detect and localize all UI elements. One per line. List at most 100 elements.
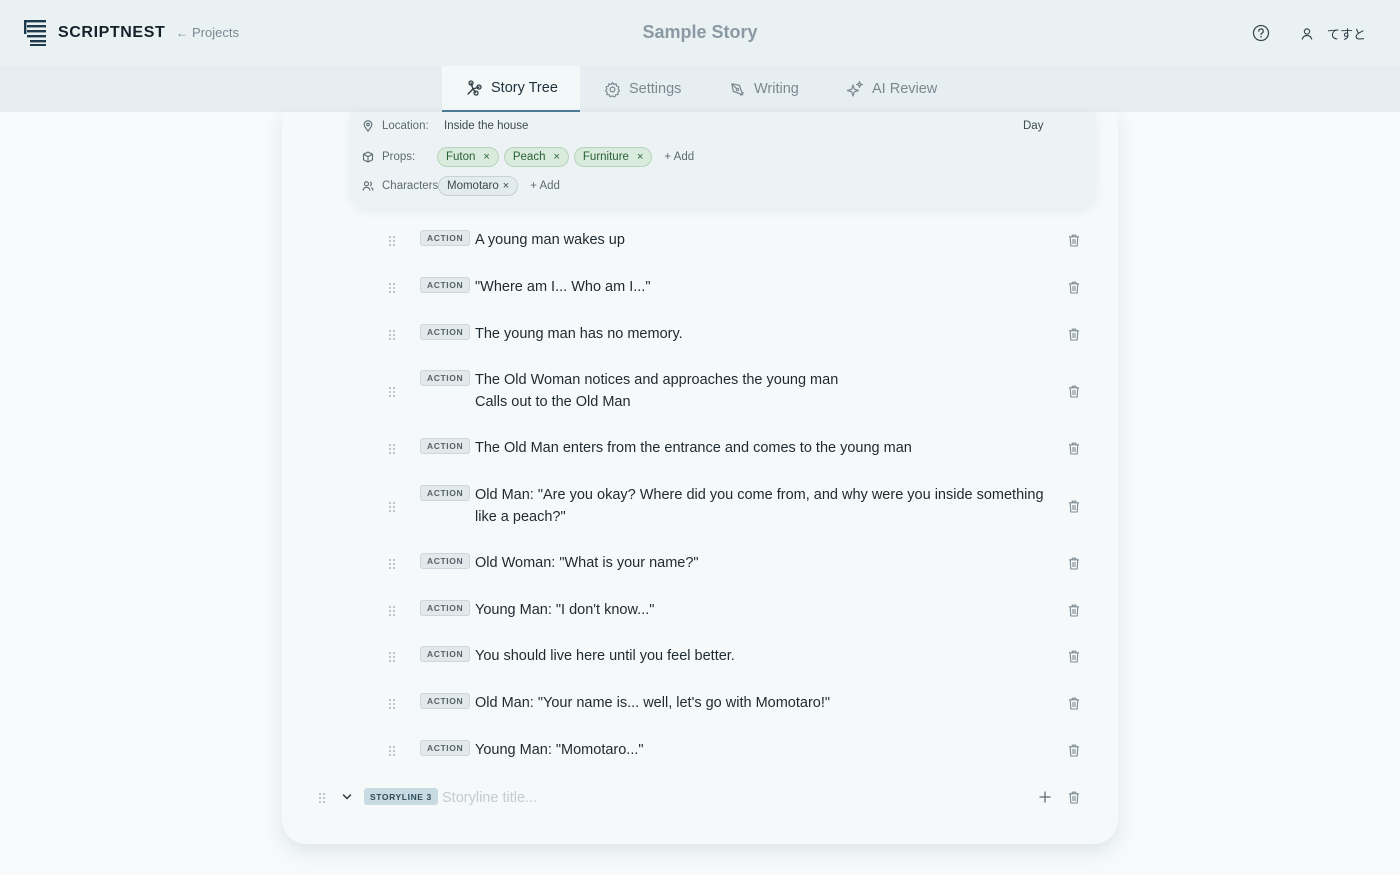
props-row: Props: Futon × Peach × Furniture × + Add [362, 147, 694, 167]
add-prop-button[interactable]: + Add [664, 151, 694, 163]
drag-handle-icon[interactable] [388, 605, 396, 617]
beat-text[interactable]: "Where am I... Who am I..." [475, 277, 1060, 299]
tab-story-tree[interactable]: Story Tree [442, 66, 580, 112]
beat-type-badge[interactable]: ACTION [420, 553, 471, 569]
tab-writing[interactable]: Writing [729, 66, 799, 112]
beat-row[interactable]: ACTION Old Man: "Your name is... well, le… [382, 693, 1082, 714]
trash-icon[interactable] [1068, 281, 1080, 294]
remove-icon[interactable]: × [553, 151, 559, 163]
trash-icon[interactable] [1068, 604, 1080, 617]
remove-icon[interactable]: × [483, 151, 489, 163]
drag-handle-icon[interactable] [388, 698, 396, 710]
tab-label: Writing [754, 81, 799, 97]
location-row: Location: Inside the house [362, 120, 528, 132]
beat-type-badge[interactable]: ACTION [420, 324, 471, 340]
help-icon[interactable] [1252, 24, 1270, 42]
drag-handle-icon[interactable] [388, 329, 396, 341]
beat-type-badge[interactable]: ACTION [420, 370, 471, 386]
beat-type-badge[interactable]: ACTION [420, 277, 471, 293]
drag-handle-icon[interactable] [388, 651, 396, 663]
tree-icon [467, 80, 482, 96]
beat-text[interactable]: Old Man: "Your name is... well, let's go… [475, 693, 1060, 715]
beat-row[interactable]: ACTION The Old Woman notices and approach… [382, 370, 1082, 413]
beat-text[interactable]: The Old Woman notices and approaches the… [475, 370, 1060, 413]
chip-label: Momotaro [447, 180, 499, 192]
scene-metadata: Location: Inside the house Day Props: Fu… [350, 112, 1096, 208]
chip-label: Futon [446, 151, 476, 163]
beat-text[interactable]: A young man wakes up [475, 230, 1060, 252]
beat-type-badge[interactable]: ACTION [420, 740, 471, 756]
chip-label: Furniture [582, 151, 629, 163]
user-icon [1301, 27, 1313, 40]
character-chip[interactable]: Momotaro × [438, 176, 519, 196]
beat-text[interactable]: Old Woman: "What is your name?" [475, 553, 1060, 575]
tab-settings[interactable]: Settings [604, 66, 681, 112]
beat-text[interactable]: Young Man: "I don't know..." [475, 600, 1060, 622]
beat-row[interactable]: ACTION A young man wakes up [382, 230, 1082, 251]
tab-ai-review[interactable]: AI Review [846, 66, 937, 112]
users-icon [362, 181, 374, 191]
drag-handle-icon[interactable] [388, 558, 396, 570]
tab-label: Settings [629, 81, 682, 97]
prop-chip[interactable]: Furniture × [573, 147, 653, 167]
map-pin-icon [363, 120, 373, 132]
drag-handle-icon[interactable] [388, 745, 396, 757]
beat-text[interactable]: The young man has no memory. [475, 324, 1060, 346]
drag-handle-icon[interactable] [388, 235, 396, 247]
user-menu[interactable]: てすと [1300, 24, 1366, 43]
user-name: てすと [1327, 27, 1367, 42]
tab-bar: Story Tree Settings Writing AI Review [0, 66, 1400, 112]
beat-row[interactable]: ACTION Old Woman: "What is your name?" [382, 553, 1082, 574]
trash-icon[interactable] [1068, 385, 1080, 398]
remove-icon[interactable]: × [503, 180, 509, 192]
prop-chip[interactable]: Futon × [437, 147, 499, 167]
props-label: Props: [382, 151, 416, 163]
drag-handle-icon[interactable] [388, 443, 396, 455]
beat-type-badge[interactable]: ACTION [420, 230, 471, 246]
chip-label: Peach [512, 151, 546, 163]
trash-icon[interactable] [1068, 234, 1080, 247]
tab-label: AI Review [872, 81, 938, 97]
beat-text[interactable]: Old Man: "Are you okay? Where did you co… [475, 485, 1060, 528]
drag-handle-icon[interactable] [318, 792, 326, 804]
storyline-badge: STORYLINE 3 [364, 788, 438, 805]
beat-row[interactable]: ACTION The young man has no memory. [382, 324, 1082, 345]
trash-icon[interactable] [1068, 442, 1080, 455]
beat-text[interactable]: Young Man: "Momotaro..." [475, 740, 1060, 762]
chevron-down-icon[interactable] [342, 793, 352, 801]
plus-icon[interactable] [1039, 791, 1051, 803]
beat-row[interactable]: ACTION "Where am I... Who am I..." [382, 277, 1082, 298]
beat-row[interactable]: ACTION Young Man: "I don't know..." [382, 600, 1082, 621]
beat-row[interactable]: ACTION You should live here until you fee… [382, 646, 1082, 667]
prop-chip[interactable]: Peach × [503, 147, 569, 167]
beat-text[interactable]: You should live here until you feel bett… [475, 646, 1060, 668]
trash-icon[interactable] [1068, 697, 1080, 710]
add-character-button[interactable]: + Add [530, 180, 560, 192]
story-card: Location: Inside the house Day Props: Fu… [282, 112, 1118, 844]
pen-icon [731, 82, 745, 96]
remove-icon[interactable]: × [637, 151, 643, 163]
time-of-day[interactable]: Day [1023, 120, 1043, 132]
beat-type-badge[interactable]: ACTION [420, 646, 471, 662]
beat-type-badge[interactable]: ACTION [420, 600, 471, 616]
beat-row[interactable]: ACTION Old Man: "Are you okay? Where did … [382, 485, 1082, 528]
beat-type-badge[interactable]: ACTION [420, 485, 471, 501]
trash-icon[interactable] [1068, 650, 1080, 663]
trash-icon[interactable] [1068, 791, 1080, 804]
storyline-title-input[interactable] [442, 788, 1002, 808]
beat-text[interactable]: The Old Man enters from the entrance and… [475, 438, 1060, 460]
trash-icon[interactable] [1068, 744, 1080, 757]
trash-icon[interactable] [1068, 557, 1080, 570]
beat-row[interactable]: ACTION The Old Man enters from the entran… [382, 438, 1082, 459]
drag-handle-icon[interactable] [388, 386, 396, 398]
beat-row[interactable]: ACTION Young Man: "Momotaro..." [382, 740, 1082, 761]
storyline-row: STORYLINE 3 [312, 788, 1092, 808]
drag-handle-icon[interactable] [388, 282, 396, 294]
location-label: Location: [382, 120, 429, 132]
beat-type-badge[interactable]: ACTION [420, 693, 471, 709]
beat-type-badge[interactable]: ACTION [420, 438, 471, 454]
trash-icon[interactable] [1068, 500, 1080, 513]
trash-icon[interactable] [1068, 328, 1080, 341]
location-value[interactable]: Inside the house [444, 120, 528, 132]
drag-handle-icon[interactable] [388, 501, 396, 513]
